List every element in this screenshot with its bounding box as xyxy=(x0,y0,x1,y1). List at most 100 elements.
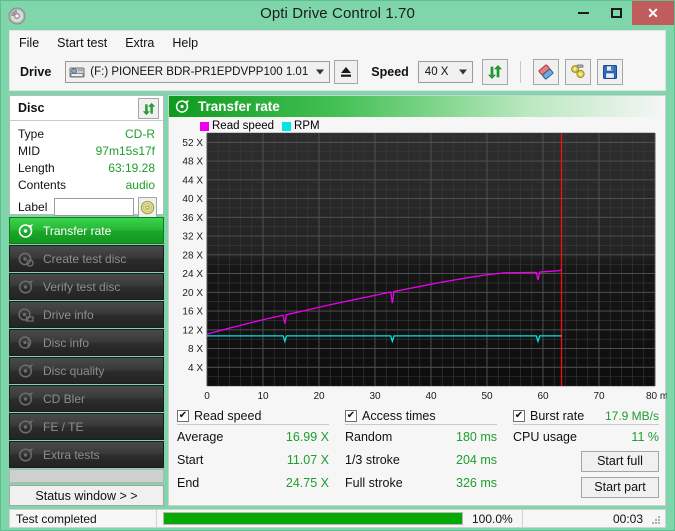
start-full-button[interactable]: Start full xyxy=(581,451,659,472)
sidebar-item-verify-test-disc[interactable]: Verify test disc xyxy=(9,273,164,300)
sidebar-item-drive-info[interactable]: Drive info xyxy=(9,301,164,328)
disc-value: 63:19.28 xyxy=(108,161,155,175)
drive-label: Drive xyxy=(20,65,51,79)
disc-check-icon xyxy=(175,99,190,114)
label-input[interactable] xyxy=(54,198,134,216)
disc-key: Contents xyxy=(18,178,66,192)
results-burst-rate: ✔ Burst rate 17.9 MB/s CPU usage 11 % St… xyxy=(513,407,659,500)
result-row-random: Random 180 ms xyxy=(345,425,497,448)
disc-key: Type xyxy=(18,127,44,141)
disc-key: Length xyxy=(18,161,55,175)
toolbar-separator xyxy=(520,61,521,83)
svg-text:36 X: 36 X xyxy=(182,213,203,224)
tools-button[interactable] xyxy=(565,59,591,85)
sidebar-item-cd-bler[interactable]: CD Bler xyxy=(9,385,164,412)
result-key: Full stroke xyxy=(345,476,403,490)
label-disc-button[interactable] xyxy=(138,197,157,218)
menu-bar: File Start test Extra Help xyxy=(9,30,666,54)
disc-value: 97m15s17f xyxy=(96,144,155,158)
svg-text:40: 40 xyxy=(425,391,437,402)
chart-y-tick-labels: 4 X8 X12 X16 X20 X24 X28 X32 X36 X40 X44… xyxy=(182,138,203,374)
result-row-third-stroke: 1/3 stroke 204 ms xyxy=(345,448,497,471)
burst-rate-checkbox[interactable]: ✔ xyxy=(513,410,525,422)
sidebar-item-disc-quality[interactable]: Disc quality xyxy=(9,357,164,384)
resize-grip-icon[interactable] xyxy=(650,513,662,525)
result-key: End xyxy=(177,476,199,490)
sidebar-item-extra-tests[interactable]: Extra tests xyxy=(9,441,164,468)
legend-label-rpm: RPM xyxy=(294,120,320,132)
eject-icon xyxy=(339,65,353,79)
svg-text:52 X: 52 X xyxy=(182,138,203,149)
status-window-button[interactable]: Status window > > xyxy=(9,485,164,506)
burst-rate-header: ✔ Burst rate 17.9 MB/s xyxy=(513,407,659,425)
results-panel: ✔ Read speed Average 16.99 X Start 11.07… xyxy=(177,407,659,499)
disc-quality-icon xyxy=(18,363,34,379)
speed-label: Speed xyxy=(371,65,409,79)
status-separator xyxy=(522,510,523,527)
svg-text:30: 30 xyxy=(369,391,381,402)
svg-text:50: 50 xyxy=(481,391,493,402)
read-speed-checkbox[interactable]: ✔ xyxy=(177,410,189,422)
disc-row-mid: MID 97m15s17f xyxy=(18,142,155,159)
refresh-button[interactable] xyxy=(482,59,508,85)
start-part-button[interactable]: Start part xyxy=(581,477,659,498)
result-key: CPU usage xyxy=(513,430,577,444)
drive-toolbar: Drive (F:) PIONEER BDR-PR1EPDVPP100 1.01… xyxy=(9,54,666,91)
read-speed-label: Read speed xyxy=(194,409,261,423)
legend-swatch-rpm xyxy=(282,122,291,131)
sidebar-spacer xyxy=(9,469,164,483)
result-row-cpu-usage: CPU usage 11 % xyxy=(513,425,659,448)
svg-text:0: 0 xyxy=(204,391,210,402)
app-window: Opti Drive Control 1.70 ✕ File Start tes… xyxy=(0,0,675,531)
disc-create-icon xyxy=(18,251,34,267)
result-value: 11.07 X xyxy=(287,453,329,467)
svg-text:10: 10 xyxy=(257,391,269,402)
cd-disc-icon xyxy=(140,200,155,215)
sidebar-item-create-test-disc[interactable]: Create test disc xyxy=(9,245,164,272)
legend-label-read-speed: Read speed xyxy=(212,120,274,132)
refresh-icon xyxy=(487,64,503,80)
sidebar-item-transfer-rate[interactable]: Transfer rate xyxy=(9,217,164,244)
disc-row-length: Length 63:19.28 xyxy=(18,159,155,176)
chart-header: Transfer rate xyxy=(169,96,665,117)
legend-swatch-read-speed xyxy=(200,122,209,131)
eject-button[interactable] xyxy=(334,60,358,84)
svg-text:28 X: 28 X xyxy=(182,250,203,261)
menu-item-start-test[interactable]: Start test xyxy=(48,34,116,52)
transfer-rate-chart: 4 X8 X12 X16 X20 X24 X28 X32 X36 X40 X44… xyxy=(169,132,667,406)
access-times-checkbox[interactable]: ✔ xyxy=(345,410,357,422)
result-value: 16.99 X xyxy=(286,430,329,444)
sidebar-item-label: Drive info xyxy=(43,308,94,322)
minimize-icon xyxy=(578,12,589,14)
drive-select[interactable]: (F:) PIONEER BDR-PR1EPDVPP100 1.01 xyxy=(65,61,330,83)
sidebar-item-disc-info[interactable]: Disc info xyxy=(9,329,164,356)
burst-rate-value: 17.9 MB/s xyxy=(605,409,659,423)
menu-item-file[interactable]: File xyxy=(10,34,48,52)
svg-text:20 X: 20 X xyxy=(182,288,203,299)
result-value: 11 % xyxy=(631,430,659,444)
disc-drive-icon xyxy=(18,307,34,323)
sidebar-item-label: Disc info xyxy=(43,336,89,350)
result-value: 180 ms xyxy=(456,430,497,444)
refresh-icon xyxy=(142,102,156,116)
sidebar-item-label: CD Bler xyxy=(43,392,85,406)
erase-button[interactable] xyxy=(533,59,559,85)
result-row-start: Start 11.07 X xyxy=(177,448,329,471)
minimize-button[interactable] xyxy=(568,1,598,25)
progress-bar-fill xyxy=(164,513,462,524)
disc-fete-icon xyxy=(18,419,34,435)
disc-value: CD-R xyxy=(125,127,155,141)
sidebar-item-fe-te[interactable]: FE / TE xyxy=(9,413,164,440)
disc-refresh-button[interactable] xyxy=(138,98,159,119)
save-button[interactable] xyxy=(597,59,623,85)
speed-select[interactable]: 40 X xyxy=(418,61,473,83)
svg-text:20: 20 xyxy=(313,391,325,402)
close-button[interactable]: ✕ xyxy=(632,1,674,25)
maximize-button[interactable] xyxy=(601,1,631,25)
disc-panel-title: Disc xyxy=(18,101,44,115)
sidebar-item-label: Disc quality xyxy=(43,364,104,378)
menu-item-help[interactable]: Help xyxy=(163,34,207,52)
menu-item-extra[interactable]: Extra xyxy=(116,34,163,52)
svg-text:32 X: 32 X xyxy=(182,232,203,243)
result-key: Start xyxy=(177,453,203,467)
